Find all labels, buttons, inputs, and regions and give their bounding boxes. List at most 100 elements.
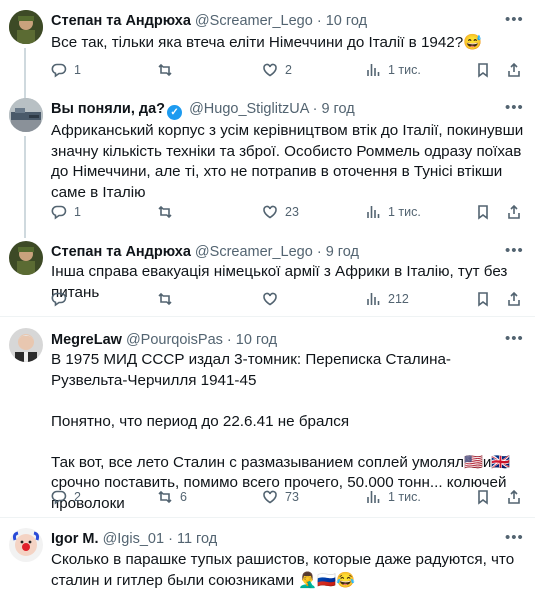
tweet-actions: 1 2 1 тис. [51,60,521,80]
avatar[interactable] [9,328,43,362]
separator-dot: · [226,332,232,348]
tweet-header: MegreLaw @PourqoisPas · 10 год [51,331,277,349]
tweet-text: Сколько в парашке тупых рашистов, которы… [51,551,519,589]
share-button[interactable] [506,487,522,507]
like-count: 73 [285,490,299,504]
tweet[interactable]: Степан та Андрюха @Screamer_Lego · 9 год… [0,230,535,312]
bookmark-icon [478,63,488,78]
views-button[interactable]: 1 тис. [365,60,421,80]
author-name[interactable]: MegreLaw [51,332,122,348]
share-button[interactable] [506,60,522,80]
tweet-actions: 2 6 73 1 тис. [51,487,521,507]
tweet[interactable]: Igor M. @Igis_01 · 11 год ••• Сколько в … [0,518,535,598]
retweet-button[interactable] [157,60,180,80]
views-count: 212 [388,292,409,306]
retweet-button[interactable] [157,202,180,222]
author-name[interactable]: Вы поняли, да? [51,101,165,117]
views-button[interactable]: 1 тис. [365,487,421,507]
reply-icon [51,490,67,505]
share-button[interactable] [506,289,522,309]
like-button[interactable]: 73 [262,487,299,507]
author-name[interactable]: Степан та Андрюха [51,13,191,29]
bookmark-button[interactable] [475,60,491,80]
tweet[interactable]: Степан та Андрюха @Screamer_Lego · 10 го… [0,0,535,92]
like-button[interactable]: 23 [262,202,299,222]
thread-line [24,90,26,98]
author-handle[interactable]: @Igis_01 [103,531,164,547]
views-button[interactable]: 212 [365,289,409,309]
views-button[interactable]: 1 тис. [365,202,421,222]
tweet-actions: 212 [51,289,521,309]
more-dots-icon[interactable]: ••• [505,243,523,263]
reply-icon [51,63,67,78]
bookmark-icon [478,490,488,505]
reply-button[interactable]: 2 [51,487,81,507]
retweet-icon [158,205,172,219]
heart-icon [263,205,277,219]
avatar[interactable] [9,241,43,275]
separator-dot: · [168,531,173,547]
thread-line [24,230,26,238]
separator-dot: · [316,244,322,260]
bookmark-icon [478,292,488,307]
tweet-header: Igor M. @Igis_01 · 11 год [51,530,217,548]
thread-line [24,48,26,92]
views-count: 1 тис. [388,205,421,219]
author-handle[interactable]: @Screamer_Lego [195,244,313,260]
like-count: 2 [285,63,292,77]
avatar[interactable] [9,10,43,44]
bookmark-button[interactable] [475,289,491,309]
separator-dot: · [316,13,322,29]
more-dots-icon[interactable]: ••• [505,12,523,32]
verified-badge-icon: ✓ [167,105,183,120]
more-dots-icon[interactable]: ••• [505,331,523,351]
heart-icon [263,292,277,306]
author-handle[interactable]: @Hugo_StiglitzUA [189,101,309,117]
timestamp[interactable]: 9 год [326,244,359,260]
tweet-header: Степан та Андрюха @Screamer_Lego · 9 год [51,243,359,261]
avatar[interactable] [9,528,43,562]
share-icon [508,62,520,77]
timestamp[interactable]: 10 год [236,332,277,348]
reply-button[interactable] [51,289,74,309]
reply-button[interactable]: 1 [51,60,81,80]
timestamp[interactable]: 9 год [321,101,354,117]
author-handle[interactable]: @Screamer_Lego [195,13,313,29]
views-chart-icon [367,64,380,76]
separator-dot: · [312,101,318,117]
tweet-header: Вы поняли, да? ✓ @Hugo_StiglitzUA · 9 год [51,100,355,120]
retweet-icon [158,292,172,306]
like-button[interactable] [262,289,285,309]
tweet[interactable]: Вы поняли, да? ✓ @Hugo_StiglitzUA · 9 год… [0,90,535,232]
bookmark-button[interactable] [475,202,491,222]
timestamp[interactable]: 10 год [326,13,367,29]
reply-count: 2 [74,490,81,504]
tweet-text: Все так, тільки яка втеча еліти Німеччин… [51,34,483,51]
share-button[interactable] [506,202,522,222]
bookmark-button[interactable] [475,487,491,507]
tweet-header: Степан та Андрюха @Screamer_Lego · 10 го… [51,12,367,30]
tweet[interactable]: MegreLaw @PourqoisPas · 10 год ••• В 197… [0,317,535,513]
more-dots-icon[interactable]: ••• [505,100,523,120]
timestamp[interactable]: 11 год [177,531,217,547]
more-dots-icon[interactable]: ••• [505,530,523,550]
reply-button[interactable]: 1 [51,202,81,222]
author-name[interactable]: Igor M. [51,531,99,547]
avatar[interactable] [9,98,43,132]
views-chart-icon [367,491,380,503]
reply-count: 1 [74,205,81,219]
author-handle[interactable]: @PourqoisPas [126,332,223,348]
heart-icon [263,490,277,504]
heart-icon [263,63,277,77]
bookmark-icon [478,205,488,220]
author-name[interactable]: Степан та Андрюха [51,244,191,260]
share-icon [508,291,520,306]
tweet-actions: 1 23 1 тис. [51,202,521,222]
tweet-text: Африканський корпус з усім керівництвом … [51,122,528,201]
retweet-button[interactable] [157,289,180,309]
views-count: 1 тис. [388,490,421,504]
retweet-button[interactable]: 6 [157,487,187,507]
thread-line [24,136,26,232]
reply-count: 1 [74,63,81,77]
like-button[interactable]: 2 [262,60,292,80]
